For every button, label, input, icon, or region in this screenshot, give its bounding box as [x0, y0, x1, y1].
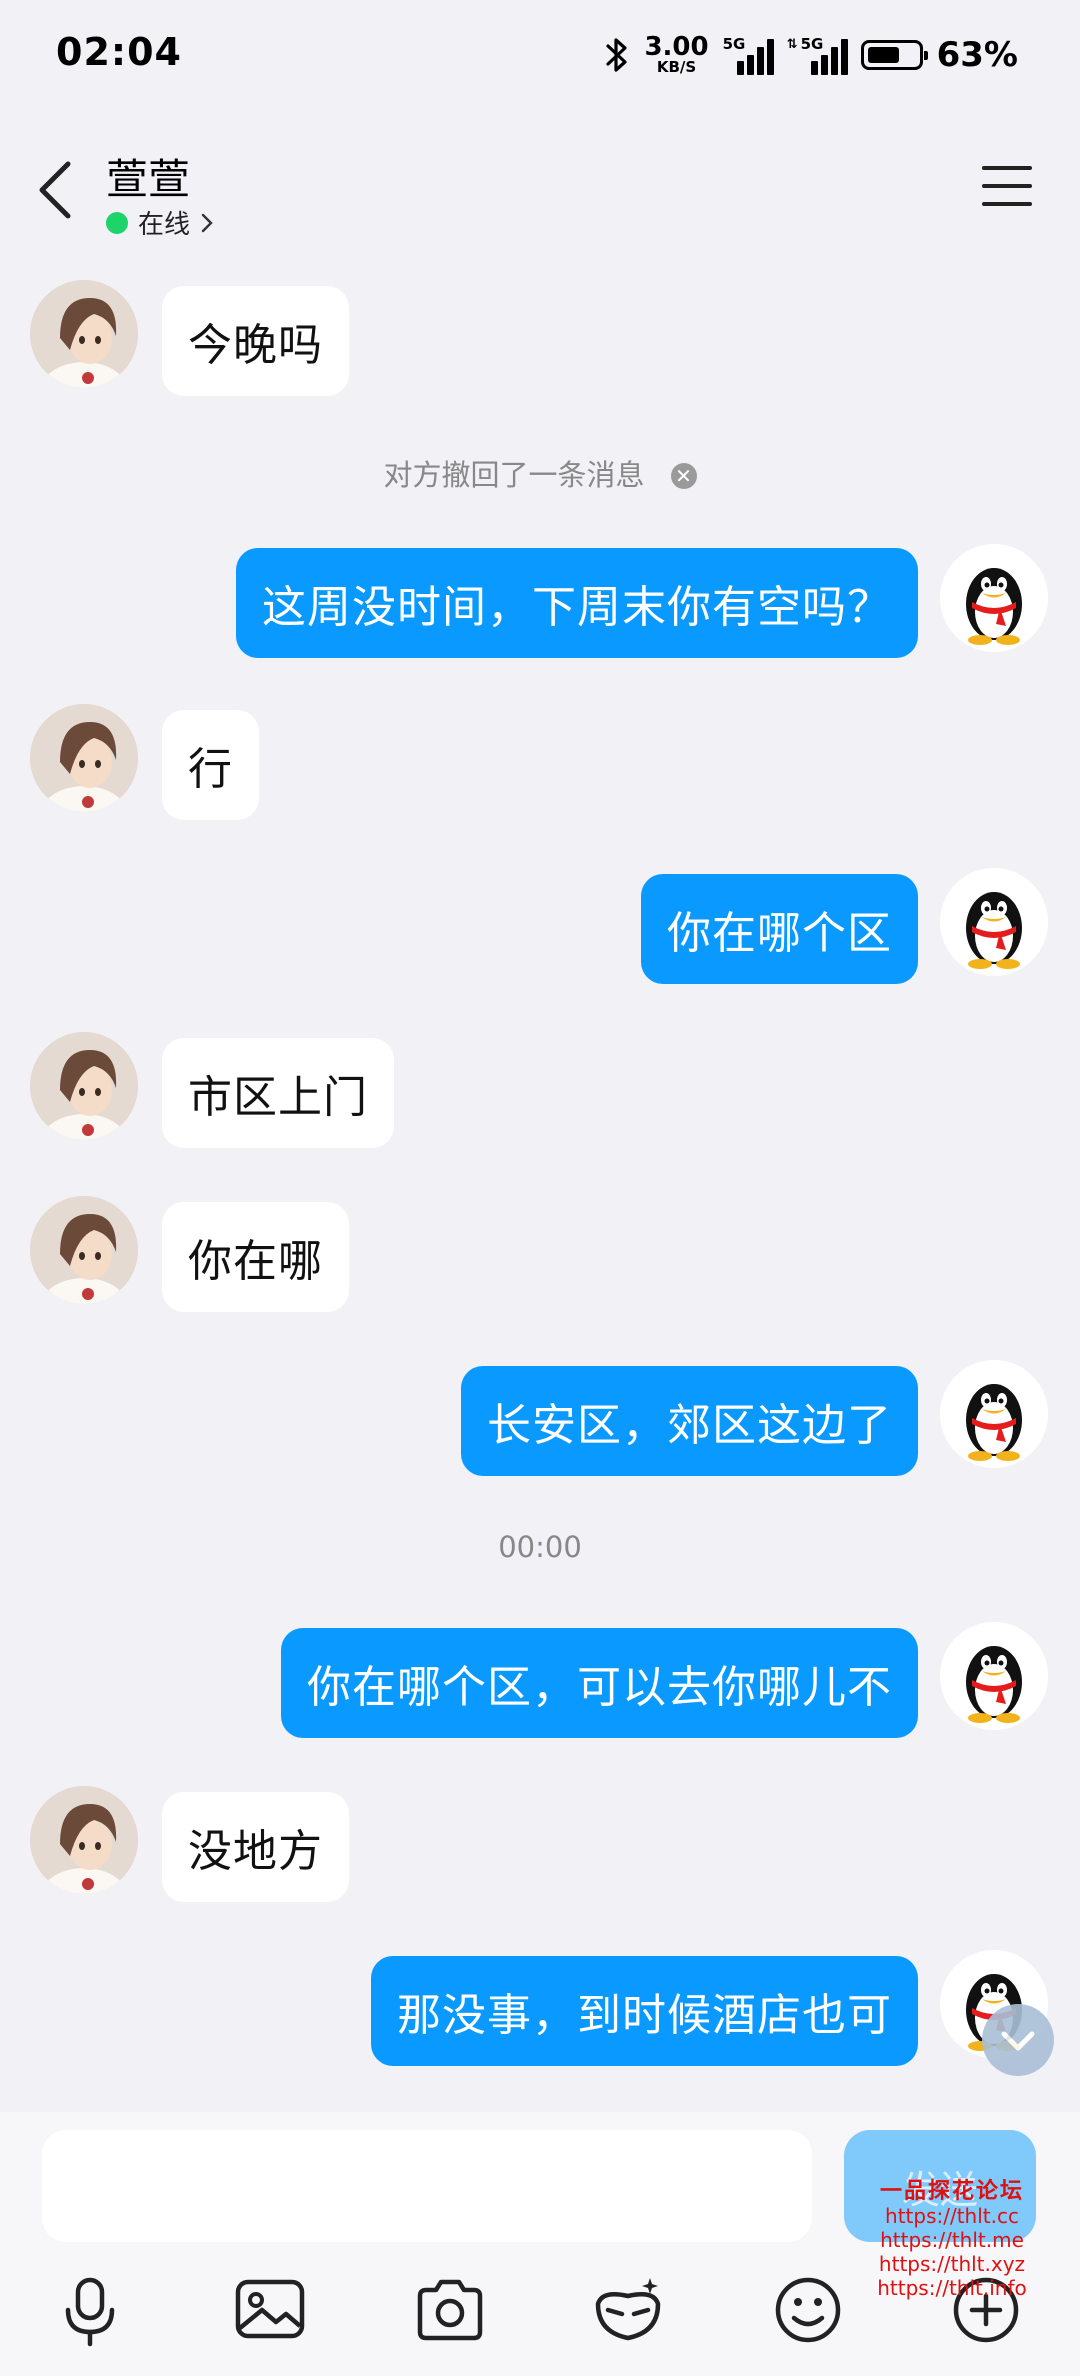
- message-bubble-outgoing[interactable]: 那没事，到时候酒店也可: [371, 1956, 918, 2066]
- message-input[interactable]: [42, 2130, 812, 2242]
- menu-icon[interactable]: [982, 166, 1032, 208]
- contact-avatar[interactable]: [30, 1786, 138, 1894]
- contact-avatar[interactable]: [30, 1032, 138, 1140]
- sticker-icon[interactable]: [588, 2270, 668, 2350]
- message-bubble-outgoing[interactable]: 长安区，郊区这边了: [461, 1366, 918, 1476]
- scroll-to-bottom-button[interactable]: [982, 2004, 1054, 2076]
- message-bubble-incoming[interactable]: 市区上门: [162, 1038, 394, 1148]
- signal-sim2-icon: ⇅ 5G: [787, 35, 848, 75]
- chevron-down-icon: [1001, 2031, 1035, 2051]
- contact-avatar[interactable]: [30, 704, 138, 812]
- timestamp: 00:00: [498, 1530, 582, 1564]
- message-bubble-outgoing[interactable]: 你在哪个区: [641, 874, 918, 984]
- status-time: 02:04: [56, 30, 182, 74]
- message-bubble-outgoing[interactable]: 你在哪个区，可以去你哪儿不: [281, 1628, 918, 1738]
- recall-notice: 对方撤回了一条消息 ✕: [0, 452, 1080, 494]
- contact-avatar[interactable]: [30, 1196, 138, 1304]
- watermark: 一品探花论坛 https://thlt.cc https://thlt.me h…: [877, 2179, 1027, 2301]
- back-arrow-icon[interactable]: [34, 158, 78, 222]
- contact-avatar[interactable]: [30, 280, 138, 388]
- close-icon[interactable]: ✕: [670, 463, 697, 489]
- status-bar: 02:04 3.00 KB/S 5G ⇅ 5G 63%: [0, 0, 1080, 118]
- microphone-icon[interactable]: [50, 2270, 130, 2350]
- my-avatar[interactable]: [940, 1360, 1048, 1468]
- my-avatar[interactable]: [940, 1622, 1048, 1730]
- online-status[interactable]: 在线: [106, 204, 214, 241]
- my-avatar[interactable]: [940, 544, 1048, 652]
- camera-icon[interactable]: [410, 2270, 490, 2350]
- message-bubble-incoming[interactable]: 行: [162, 710, 259, 820]
- signal-sim1-icon: 5G: [723, 35, 774, 75]
- message-bubble-incoming[interactable]: 你在哪: [162, 1202, 349, 1312]
- message-bubble-outgoing[interactable]: 这周没时间，下周末你有空吗？: [236, 548, 918, 658]
- message-bubble-incoming[interactable]: 今晚吗: [162, 286, 349, 396]
- chevron-right-icon: [201, 213, 213, 232]
- message-bubble-incoming[interactable]: 没地方: [162, 1792, 349, 1902]
- my-avatar[interactable]: [940, 868, 1048, 976]
- image-icon[interactable]: [230, 2270, 310, 2350]
- online-status-label: 在线: [138, 210, 191, 240]
- bluetooth-icon: [606, 37, 628, 72]
- status-icons: 3.00 KB/S 5G ⇅ 5G 63%: [604, 34, 1018, 75]
- emoji-icon[interactable]: [768, 2270, 848, 2350]
- chat-header: 萱萱 在线: [0, 118, 1080, 260]
- online-dot-icon: [106, 211, 128, 234]
- battery-icon: [860, 39, 928, 70]
- network-speed: 3.00 KB/S: [644, 32, 709, 76]
- contact-name[interactable]: 萱萱: [106, 146, 190, 207]
- battery-percent: 63%: [936, 34, 1018, 75]
